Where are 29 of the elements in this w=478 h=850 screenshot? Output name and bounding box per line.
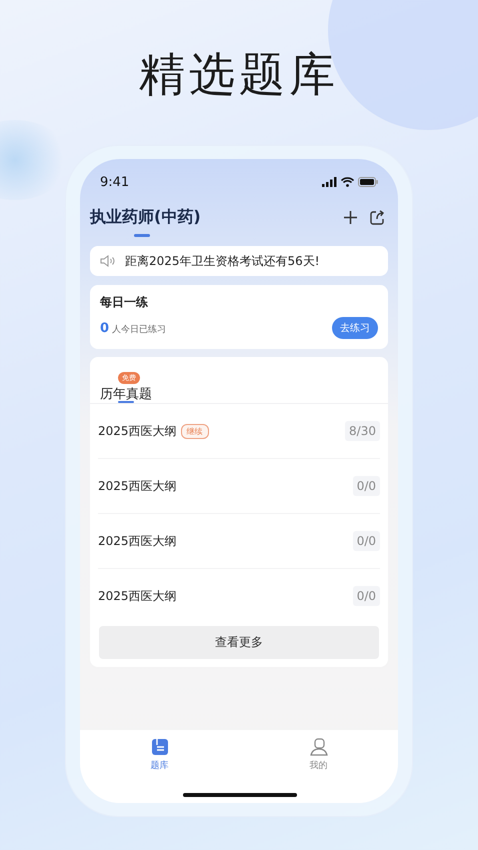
plus-icon[interactable] (343, 210, 358, 225)
signal-icon (322, 177, 337, 187)
speaker-icon (100, 255, 115, 267)
tab-item[interactable]: 题库 (120, 738, 200, 774)
progress-count: 8/30 (345, 421, 380, 441)
practice-button[interactable]: 去练习 (332, 317, 378, 339)
practice-count: 0 (100, 320, 110, 336)
exam-name[interactable]: 2025西医大纲 (98, 532, 177, 550)
share-icon[interactable] (370, 210, 384, 225)
page-title: 执业药师(中药) (90, 207, 201, 228)
wifi-icon (341, 177, 354, 187)
exam-name[interactable]: 2025西医大纲 (98, 478, 177, 494)
person-icon (310, 738, 328, 756)
notice-text: 距离2025年卫生资格考试还有56天! (125, 252, 320, 270)
card-title: 每日一练 (100, 294, 149, 311)
exam-name[interactable]: 2025西医大纲 (98, 422, 177, 440)
progress-count: 0/0 (352, 531, 380, 551)
book-icon (150, 738, 168, 756)
section-title: 历年真题 (100, 386, 153, 403)
exam-name[interactable]: 2025西医大纲 (98, 588, 177, 604)
progress-count: 0/0 (352, 586, 380, 606)
count-label: 人今日已练习 (112, 324, 166, 336)
progress-count: 0/0 (352, 476, 380, 496)
continue-tag: 继续 (180, 424, 209, 438)
headline: 精选题库 (139, 46, 339, 103)
battery-icon (358, 177, 378, 187)
more-button[interactable]: 查看更多 (99, 626, 379, 659)
tab-item[interactable]: 我的 (278, 738, 358, 774)
status-time: 9:41 (100, 174, 130, 190)
